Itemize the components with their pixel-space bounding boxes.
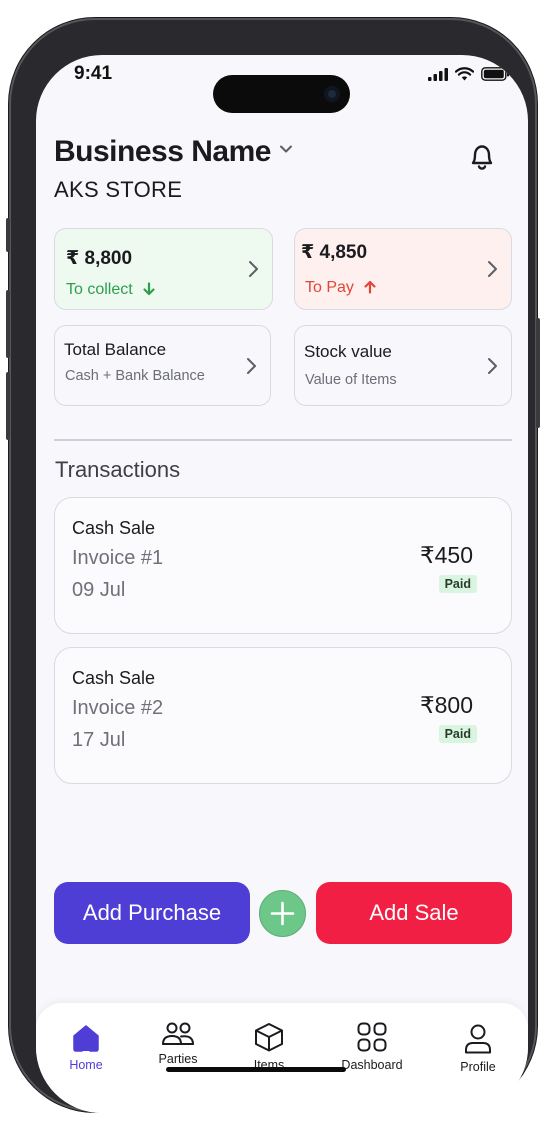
transactions-title: Transactions [55, 457, 181, 482]
signal-icon [428, 67, 448, 81]
stock-value-card[interactable]: Stock value Value of Items [294, 325, 512, 406]
chevron-right-icon [247, 357, 256, 374]
chevron-right-icon [488, 357, 497, 374]
total-balance-title: Total Balance [64, 340, 167, 359]
to-pay-card[interactable]: ₹ 4,850 To Pay [294, 228, 512, 310]
nav-label-home: Home [69, 1058, 103, 1072]
dynamic-island [213, 75, 350, 113]
bell-icon[interactable] [465, 139, 499, 175]
business-name[interactable]: Business Name [54, 135, 271, 169]
section-divider [54, 439, 512, 441]
camera-icon [324, 86, 340, 102]
bottom-navigation: Home Parties Items Dashboard Profile [36, 1003, 528, 1113]
to-collect-text: To collect [66, 281, 133, 298]
arrow-up-icon [364, 280, 376, 294]
add-purchase-button[interactable]: Add Purchase [54, 882, 250, 944]
store-name: AKS STORE [54, 177, 183, 202]
total-balance-card[interactable]: Total Balance Cash + Bank Balance [54, 325, 271, 406]
status-icons [428, 67, 510, 81]
chevron-down-icon[interactable] [278, 141, 294, 157]
mute-switch [6, 218, 10, 252]
arrow-down-icon [143, 282, 155, 296]
status-badge: Paid [438, 725, 477, 743]
transaction-date: 09 Jul [72, 579, 126, 601]
volume-down-button [6, 372, 10, 440]
transaction-type: Cash Sale [72, 668, 156, 688]
plus-icon [270, 901, 295, 926]
transaction-invoice: Invoice #2 [72, 697, 164, 719]
nav-item-home[interactable]: Home [41, 1023, 131, 1072]
transaction-card[interactable]: Cash Sale Invoice #2 17 Jul ₹800 Paid [54, 647, 512, 784]
nav-item-parties[interactable]: Parties [133, 1021, 223, 1066]
status-time: 9:41 [74, 63, 113, 84]
battery-icon [481, 67, 509, 81]
transaction-type: Cash Sale [72, 518, 156, 538]
transaction-amount: ₹800 [419, 692, 473, 718]
wifi-icon [455, 67, 474, 81]
to-collect-label: To collect [66, 281, 156, 299]
chevron-right-icon [249, 261, 258, 277]
to-collect-amount: ₹ 8,800 [66, 248, 133, 269]
user-icon [465, 1024, 491, 1054]
nav-item-profile[interactable]: Profile [433, 1023, 523, 1074]
transaction-date: 17 Jul [72, 729, 126, 751]
to-pay-label: To Pay [305, 279, 377, 297]
nav-label-profile: Profile [460, 1060, 496, 1074]
phone-frame: 9:41 Business Name AKS STORE ₹ 8,800 To … [6, 18, 540, 1113]
nav-label-dashboard: Dashboard [341, 1058, 403, 1072]
to-collect-card[interactable]: ₹ 8,800 To collect [54, 228, 273, 310]
home-icon [73, 1025, 99, 1052]
stock-value-subtitle: Value of Items [305, 372, 397, 388]
add-sale-button[interactable]: Add Sale [316, 882, 512, 944]
app-screen: 9:41 Business Name AKS STORE ₹ 8,800 To … [36, 55, 528, 1113]
nav-label-parties: Parties [158, 1052, 198, 1066]
status-badge: Paid [438, 575, 477, 593]
transaction-card[interactable]: Cash Sale Invoice #1 09 Jul ₹450 Paid [54, 497, 512, 634]
box-icon [255, 1023, 283, 1052]
transaction-amount: ₹450 [419, 542, 473, 568]
chevron-right-icon [488, 261, 497, 277]
total-balance-subtitle: Cash + Bank Balance [65, 368, 205, 384]
to-pay-amount: ₹ 4,850 [301, 242, 368, 263]
to-pay-text: To Pay [305, 279, 354, 296]
power-button [536, 318, 540, 428]
grid-icon [357, 1022, 387, 1052]
transaction-invoice: Invoice #1 [72, 547, 164, 569]
add-button[interactable] [259, 890, 306, 937]
home-indicator[interactable] [166, 1067, 346, 1072]
stock-value-title: Stock value [304, 342, 392, 361]
nav-item-dashboard[interactable]: Dashboard [327, 1021, 417, 1072]
users-icon [162, 1022, 194, 1045]
nav-item-items[interactable]: Items [224, 1021, 314, 1072]
volume-up-button [6, 290, 10, 358]
